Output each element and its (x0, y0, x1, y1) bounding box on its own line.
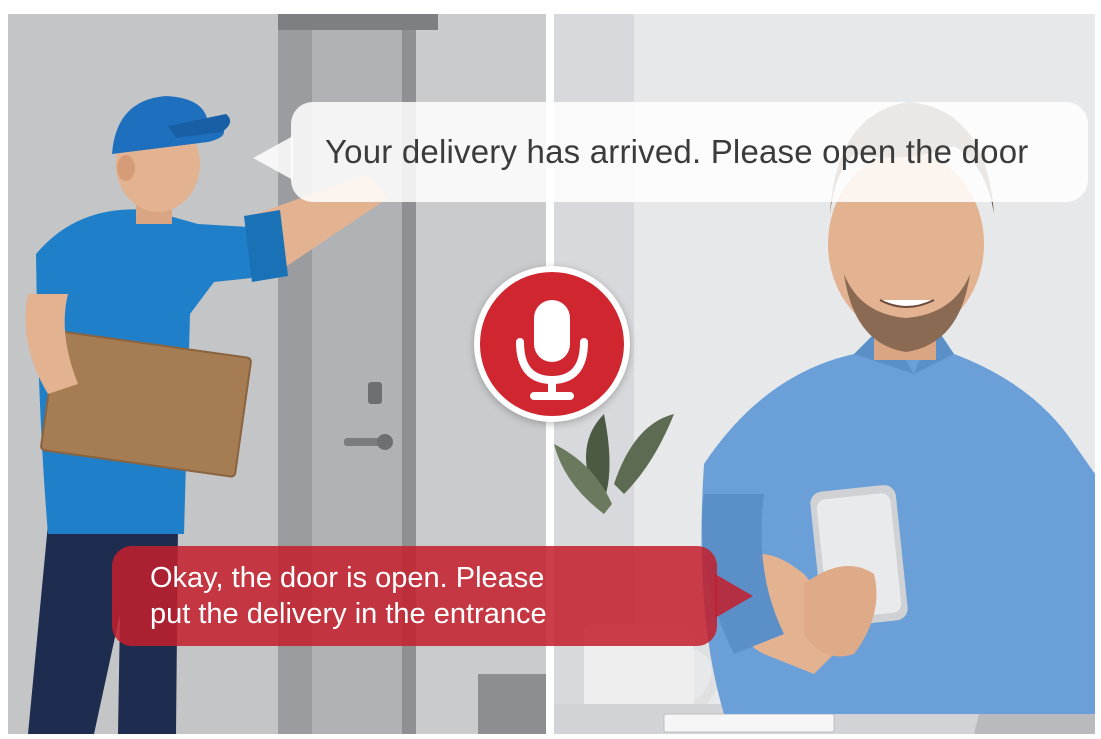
courier-message: Your delivery has arrived. Please open t… (325, 133, 1029, 170)
resident-message: Okay, the door is open. Please put the d… (150, 560, 679, 632)
intercom-illustration: Your delivery has arrived. Please open t… (8, 14, 1095, 734)
resident-message-line-1: Okay, the door is open. Please (150, 562, 545, 594)
resident-speech-bubble: Okay, the door is open. Please put the d… (112, 546, 753, 646)
resident-message-line-2: put the delivery in the entrance (150, 598, 547, 630)
microphone-button (474, 266, 630, 422)
microphone-icon (516, 300, 588, 400)
courier-speech-bubble: Your delivery has arrived. Please open t… (253, 102, 1088, 202)
